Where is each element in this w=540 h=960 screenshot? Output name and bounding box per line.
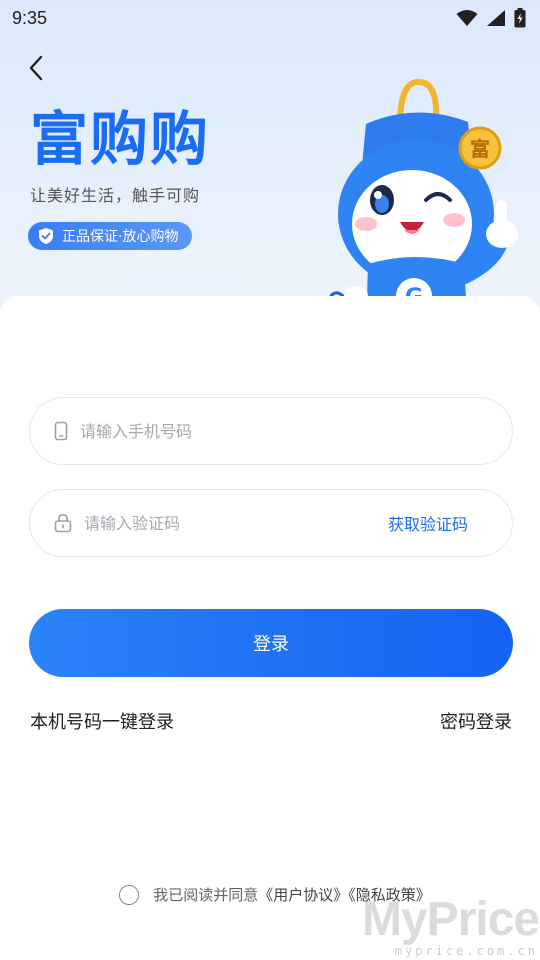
- signal-icon: [487, 10, 505, 26]
- lock-icon: [54, 513, 72, 533]
- back-button[interactable]: [20, 52, 52, 84]
- brand-title: 富购购: [30, 105, 211, 173]
- wifi-icon: [456, 10, 478, 26]
- watermark: MyPrice myprice.com.cn: [362, 893, 540, 959]
- phone-input[interactable]: [80, 421, 488, 441]
- login-button[interactable]: 登录: [29, 609, 513, 677]
- code-input[interactable]: [84, 513, 388, 533]
- agreement-checkbox[interactable]: [119, 884, 140, 905]
- one-click-login-link[interactable]: 本机号码一键登录: [30, 708, 174, 734]
- agreement-prefix: 我已阅读并同意: [153, 886, 259, 904]
- status-time: 9:35: [12, 7, 48, 28]
- password-login-link[interactable]: 密码登录: [440, 708, 512, 734]
- mascot-hat-badge: 富: [470, 137, 490, 161]
- status-icons: [456, 8, 526, 28]
- watermark-sub: myprice.com.cn: [394, 944, 538, 958]
- phone-icon: [54, 421, 68, 441]
- user-agreement-link[interactable]: 《用户协议》: [258, 886, 348, 904]
- battery-charging-icon: [514, 8, 526, 28]
- badge-text: 正品保证·放心购物: [62, 229, 179, 245]
- get-code-button[interactable]: 获取验证码: [388, 511, 488, 535]
- watermark-main: MyPrice: [362, 893, 540, 946]
- code-field[interactable]: 获取验证码: [29, 489, 513, 557]
- status-bar: 9:35: [0, 0, 540, 36]
- brand-slogan: 让美好生活，触手可购: [30, 186, 201, 205]
- chevron-left-icon: [29, 55, 43, 81]
- phone-field[interactable]: [29, 397, 513, 465]
- shield-check-icon: [39, 228, 53, 244]
- quality-badge: 正品保证·放心购物: [28, 222, 193, 250]
